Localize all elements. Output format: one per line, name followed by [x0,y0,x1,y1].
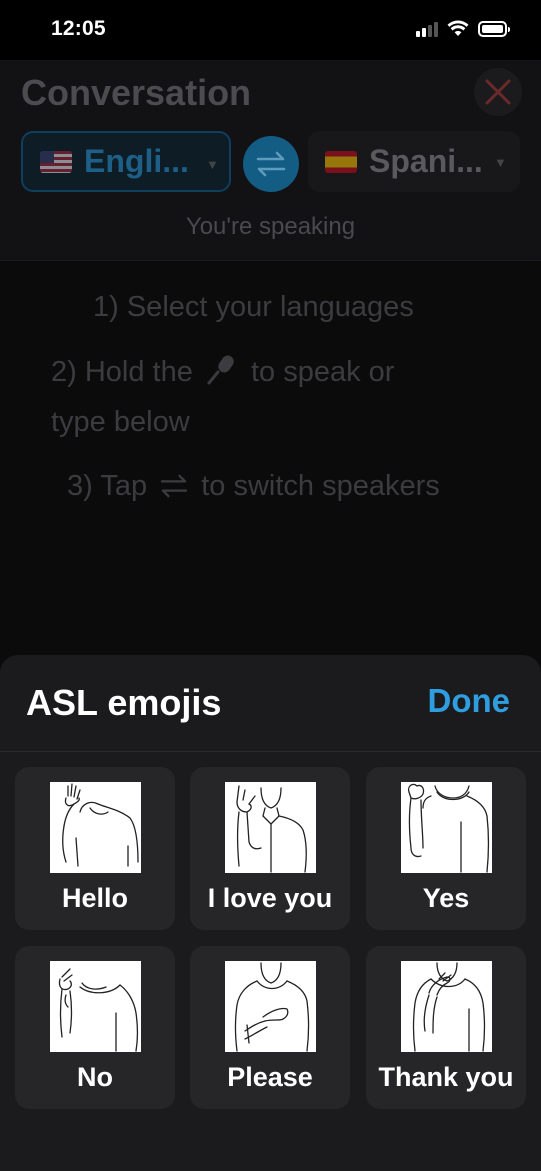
app-screen: 12:05 Conversation Engli... ▼ Spani... ▼… [0,0,541,1171]
asl-sign-tile-no[interactable]: No [15,946,175,1109]
asl-please-sign-image [225,961,316,1052]
target-language-select[interactable]: Spani... ▼ [308,131,520,192]
chevron-down-icon: ▼ [206,157,219,172]
asl-sign-label: Hello [61,883,128,913]
wifi-icon [447,20,469,36]
cellular-signal-icon [416,21,438,37]
asl-thank-you-sign-image [401,961,492,1052]
status-icons [416,20,510,37]
asl-sign-label: Thank you [378,1062,514,1092]
us-flag-icon [40,150,72,173]
asl-sign-tile-please[interactable]: Please [190,946,350,1109]
instruction-step-3-prefix: 3) Tap [67,470,148,502]
asl-i-love-you-sign-image [225,782,316,873]
asl-sign-label: Please [227,1062,313,1092]
close-button[interactable] [474,68,522,116]
swap-arrows-icon [160,474,188,498]
battery-icon [478,20,510,37]
asl-sign-label: No [77,1062,113,1092]
asl-emoji-sheet: ASL emojis Done Hello I love you Yes No … [0,655,541,1171]
asl-hello-sign-image [50,782,141,873]
es-flag-icon [325,150,357,173]
instruction-step-2-prefix: 2) Hold the [51,356,193,388]
done-button[interactable]: Done [428,682,511,720]
swap-languages-button[interactable] [243,136,299,192]
status-bar: 12:05 [0,0,541,60]
asl-sign-tile-thank-you[interactable]: Thank you [366,946,526,1109]
asl-no-sign-image [50,961,141,1052]
asl-sign-label: I love you [207,883,333,913]
source-language-label: Engli... [84,143,189,179]
asl-yes-sign-image [401,782,492,873]
instruction-step-1: 1) Select your languages [93,291,414,323]
instruction-step-3-suffix: to switch speakers [201,470,440,502]
close-icon [485,79,511,105]
asl-sign-tile-i-love-you[interactable]: I love you [190,767,350,930]
chevron-down-icon: ▼ [494,155,507,170]
microphone-icon [207,355,234,385]
instruction-step-2: 2) Hold the to speak or type below [51,347,394,447]
source-language-select[interactable]: Engli... ▼ [21,131,231,192]
page-title: Conversation [21,72,252,113]
speaking-status: You're speaking [185,213,356,240]
target-language-label: Spani... [369,143,483,179]
asl-sign-tile-yes[interactable]: Yes [366,767,526,930]
asl-sign-tile-hello[interactable]: Hello [15,767,175,930]
instruction-step-3: 3) Tap to switch speakers [67,461,440,511]
sheet-header: ASL emojis Done [0,655,541,752]
instruction-step-2-suffix: to speak or [250,356,395,388]
swap-arrows-icon [256,151,286,177]
status-time: 12:05 [51,17,106,40]
sheet-title: ASL emojis [26,682,222,723]
asl-sign-label: Yes [422,883,470,913]
instruction-step-2-line2: type below [51,406,190,438]
